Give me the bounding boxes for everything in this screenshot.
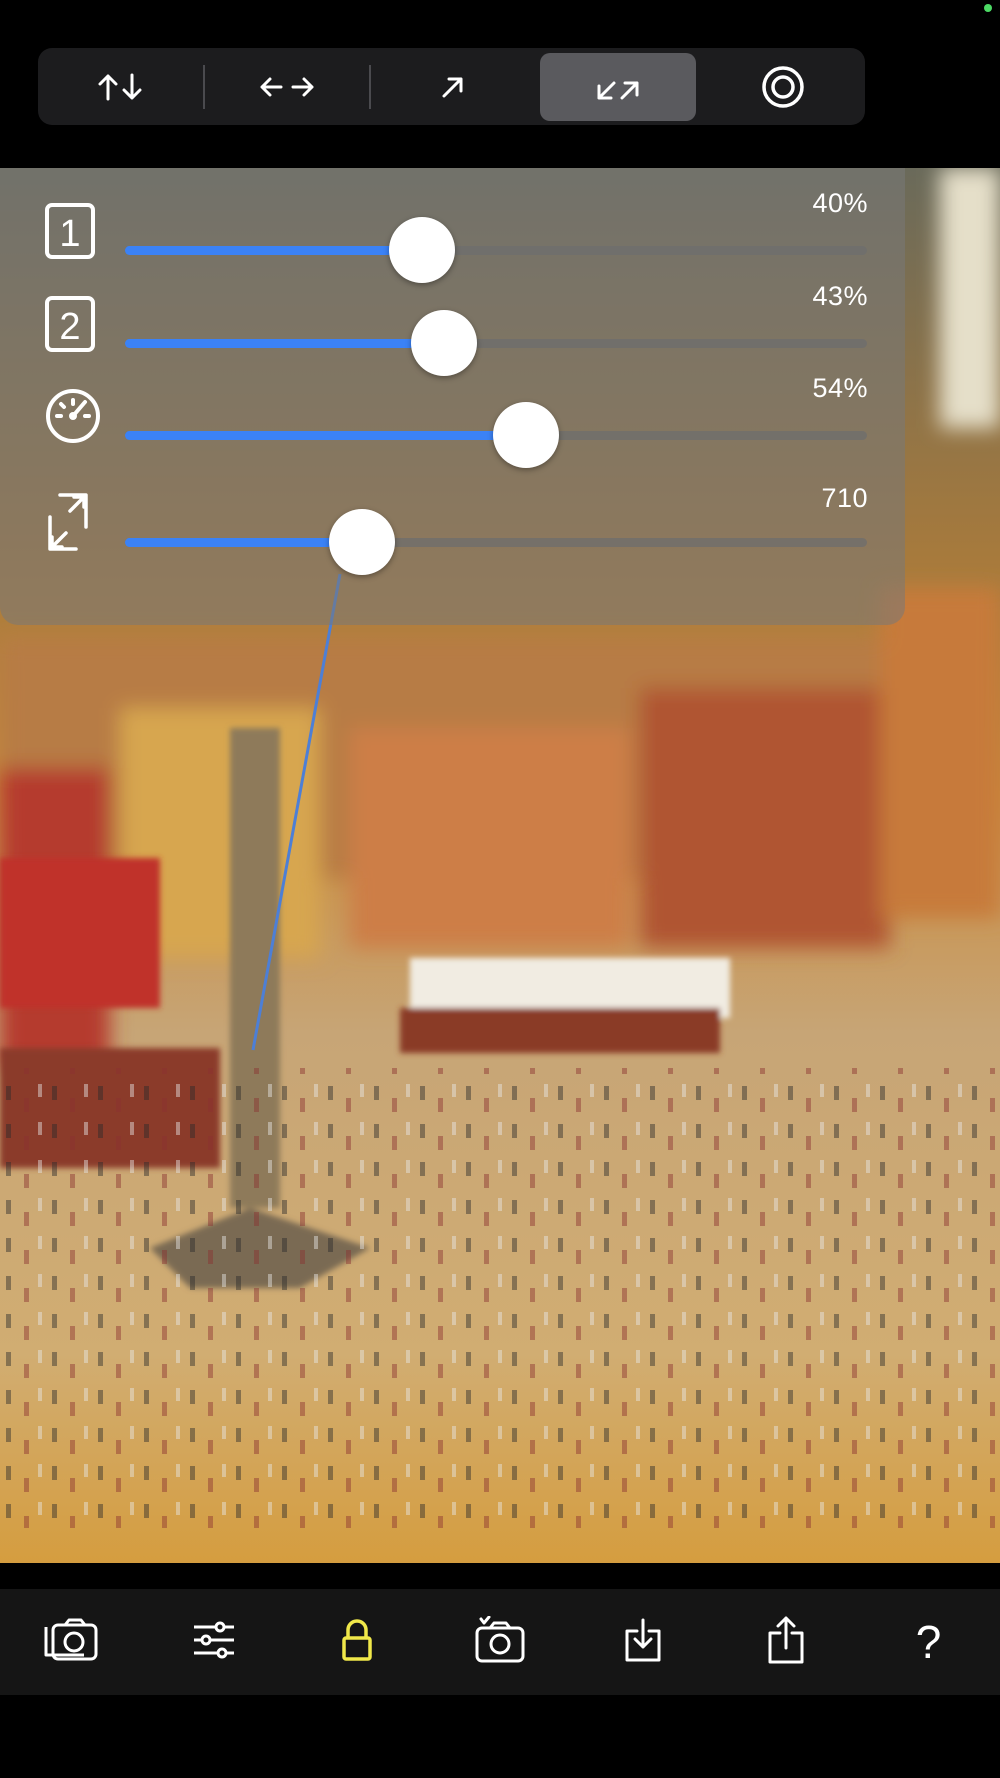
speed-gauge-icon	[44, 387, 102, 450]
vertical-arrows-icon	[95, 72, 145, 102]
adjustment-panel: 1 40% 2 43% 54% 710	[0, 168, 905, 625]
camera-capture-icon	[474, 1615, 526, 1669]
svg-text:1: 1	[59, 213, 80, 255]
slider-1-value: 40%	[812, 188, 868, 218]
share-button[interactable]	[746, 1602, 826, 1682]
resize-icon	[44, 491, 92, 558]
separator	[202, 64, 205, 109]
svg-text:2: 2	[59, 306, 80, 348]
number-2-icon: 2	[44, 295, 98, 358]
mode-expand-button[interactable]	[539, 52, 697, 121]
help-icon: ?	[915, 1616, 942, 1668]
sliders-icon	[192, 1620, 236, 1665]
slider-3-value: 54%	[812, 373, 868, 403]
slider-2-thumb[interactable]	[411, 310, 478, 376]
camera-switch-icon	[43, 1617, 99, 1668]
slider-3-fill	[125, 431, 526, 440]
adjustments-button[interactable]	[174, 1602, 254, 1682]
slider-1-track[interactable]	[125, 217, 867, 283]
slider-4-fill	[125, 538, 363, 547]
slider-row-3: 54%	[0, 373, 905, 468]
tilt-mode-bar	[38, 48, 865, 125]
number-1-icon: 1	[44, 202, 98, 265]
mode-vertical-button[interactable]	[42, 53, 199, 121]
mode-radial-button[interactable]	[704, 53, 861, 121]
slider-1-thumb[interactable]	[388, 217, 455, 283]
slider-2-track[interactable]	[125, 310, 867, 376]
camera-switch-button[interactable]	[31, 1602, 111, 1682]
lock-button[interactable]	[317, 1602, 397, 1682]
slider-2-value: 43%	[812, 281, 868, 311]
status-indicator	[984, 4, 992, 12]
save-button[interactable]	[603, 1602, 683, 1682]
help-button[interactable]: ?	[888, 1602, 968, 1682]
bottom-toolbar: ?	[0, 1589, 1000, 1695]
slider-4-value: 710	[821, 483, 868, 513]
diagonal-arrow-icon	[440, 74, 466, 100]
slider-3-track[interactable]	[125, 402, 867, 468]
capture-button[interactable]	[460, 1602, 540, 1682]
slider-4-thumb[interactable]	[329, 509, 396, 575]
mode-horizontal-button[interactable]	[209, 53, 366, 121]
mode-diagonal-button[interactable]	[375, 53, 532, 121]
expand-diagonal-icon	[595, 72, 641, 102]
radial-focus-icon	[761, 65, 805, 109]
slider-3-thumb[interactable]	[492, 402, 559, 468]
download-icon	[623, 1617, 663, 1668]
lock-icon	[341, 1618, 373, 1667]
separator	[369, 64, 372, 109]
share-icon	[766, 1615, 806, 1670]
slider-2-fill	[125, 339, 445, 348]
slider-4-track[interactable]	[125, 509, 867, 575]
slider-row-4: 710	[0, 483, 905, 575]
slider-1-fill	[125, 246, 422, 255]
slider-row-2: 2 43%	[0, 281, 905, 376]
slider-row-1: 1 40%	[0, 188, 905, 283]
horizontal-arrows-icon	[259, 75, 315, 99]
